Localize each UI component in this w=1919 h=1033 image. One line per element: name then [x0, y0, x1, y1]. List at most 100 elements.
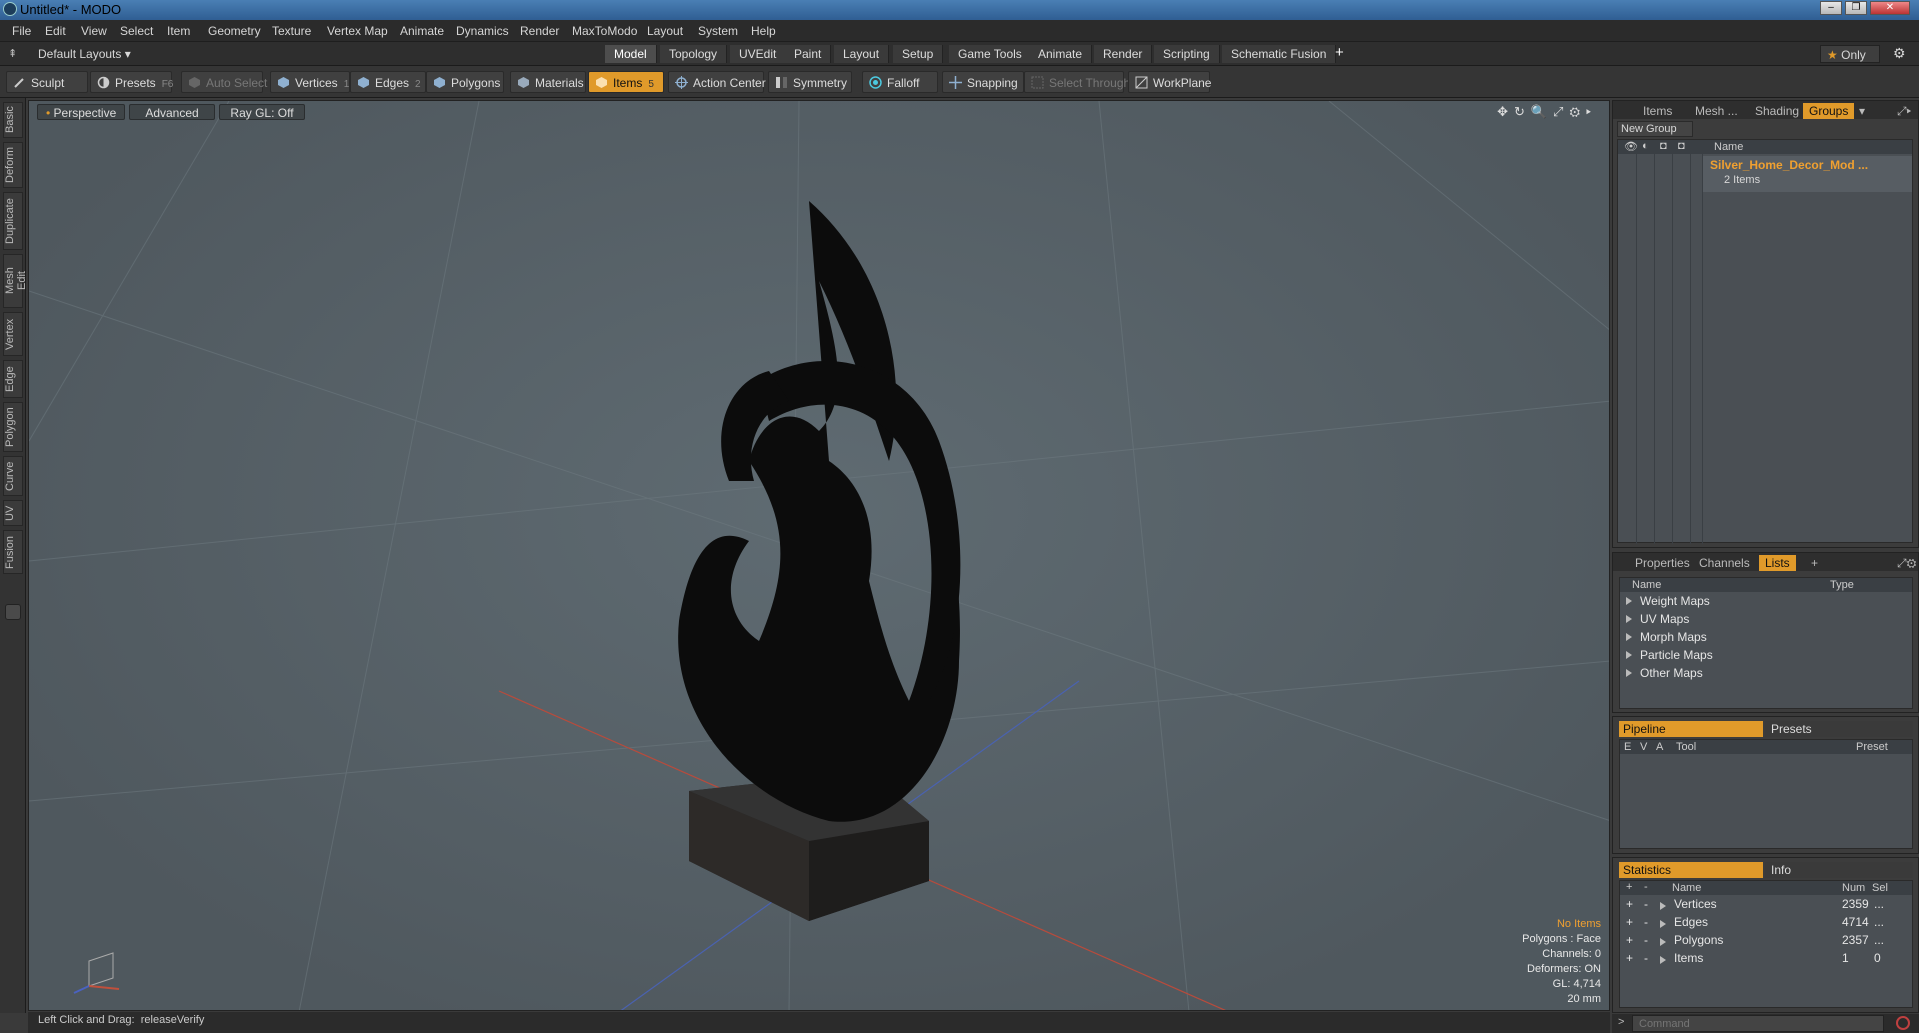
list-item[interactable]: UV Maps — [1620, 612, 1912, 630]
edges-button[interactable]: Edges 2 — [350, 71, 426, 93]
falloff-button[interactable]: Falloff — [862, 71, 938, 93]
tab-items[interactable]: Items — [1637, 103, 1678, 119]
polygons-button[interactable]: Polygons — [426, 71, 504, 93]
menu-geometry[interactable]: Geometry — [208, 24, 261, 38]
workplane-button[interactable]: WorkPlane — [1128, 71, 1211, 93]
add-tab-icon[interactable]: + — [1335, 44, 1344, 61]
tab-channels[interactable]: Channels — [1693, 555, 1756, 571]
presets-button[interactable]: Presets F6 — [90, 71, 173, 93]
remove-icon[interactable]: - — [1644, 915, 1648, 929]
tab-pipeline[interactable]: Pipeline — [1619, 721, 1763, 737]
tab-schematic-fusion[interactable]: Schematic Fusion — [1222, 45, 1337, 63]
menu-texture[interactable]: Texture — [272, 24, 311, 38]
stats-row[interactable]: + - Vertices 2359 ... — [1620, 897, 1912, 915]
menu-edit[interactable]: Edit — [45, 24, 66, 38]
auto-select-button[interactable]: Auto Select — [181, 71, 267, 93]
command-input[interactable] — [1632, 1015, 1884, 1032]
panel-expand-icon[interactable]: ⤢⚙ — [1891, 555, 1919, 572]
only-toggle[interactable]: ★ Only — [1820, 45, 1880, 63]
3d-viewport[interactable]: • Perspective Advanced Ray GL: Off ✥↻🔍⤢⚙… — [28, 100, 1610, 1011]
add-tab-icon[interactable]: + — [1805, 555, 1824, 571]
menu-file[interactable]: File — [12, 24, 31, 38]
tab-presets[interactable]: Presets — [1765, 721, 1913, 737]
menu-maxtomodo[interactable]: MaxToModo — [572, 24, 637, 38]
group-row[interactable]: Silver_Home_Decor_Mod ... 2 Items — [1702, 156, 1912, 192]
panel-expand-icon[interactable]: ⤢▸ — [1891, 103, 1917, 120]
left-tab-uv[interactable]: UV — [3, 500, 23, 526]
symmetry-button[interactable]: Symmetry — [768, 71, 852, 93]
stats-row[interactable]: + - Edges 4714 ... — [1620, 915, 1912, 933]
tab-model[interactable]: Model — [605, 45, 657, 63]
left-tab-curve[interactable]: Curve — [3, 456, 23, 496]
stats-row[interactable]: + - Polygons 2357 ... — [1620, 933, 1912, 951]
snapping-button[interactable]: Snapping — [942, 71, 1024, 93]
add-icon[interactable]: + — [1626, 915, 1633, 929]
remove-icon[interactable]: - — [1644, 933, 1648, 947]
menu-render[interactable]: Render — [520, 24, 559, 38]
tab-menu-icon[interactable]: ▾ — [1853, 103, 1871, 119]
vertices-button[interactable]: Vertices 1 — [270, 71, 350, 93]
add-icon[interactable]: + — [1626, 933, 1633, 947]
sculpt-button[interactable]: Sculpt — [6, 71, 88, 93]
record-icon[interactable] — [1896, 1016, 1910, 1030]
list-item[interactable]: Other Maps — [1620, 666, 1912, 684]
remove-icon[interactable]: - — [1644, 897, 1648, 911]
tab-paint[interactable]: Paint — [785, 45, 832, 63]
maximize-icon[interactable]: ❐ — [1845, 1, 1867, 15]
menu-dynamics[interactable]: Dynamics — [456, 24, 509, 38]
add-icon[interactable]: + — [1626, 951, 1633, 965]
tab-properties[interactable]: Properties — [1629, 555, 1696, 571]
layout-selector[interactable]: Default Layouts ▾ — [38, 47, 131, 61]
tab-groups[interactable]: Groups — [1803, 103, 1855, 119]
action-center-button[interactable]: Action Center — [668, 71, 766, 93]
left-tab-deform[interactable]: Deform — [3, 142, 23, 188]
minimize-icon[interactable]: – — [1820, 1, 1842, 15]
stats-row[interactable]: + - Items 1 0 — [1620, 951, 1912, 969]
menu-item[interactable]: Item — [167, 24, 190, 38]
gear-icon[interactable]: ⚙ — [1893, 45, 1906, 62]
tab-animate[interactable]: Animate — [1029, 45, 1093, 63]
menu-view[interactable]: View — [81, 24, 107, 38]
tab-layout[interactable]: Layout — [834, 45, 890, 63]
tab-scripting[interactable]: Scripting — [1154, 45, 1220, 63]
add-icon[interactable]: + — [1626, 897, 1633, 911]
left-tab-vertex[interactable]: Vertex — [3, 312, 23, 356]
tab-mesh[interactable]: Mesh ... — [1689, 103, 1744, 119]
viewport-nav-icons[interactable]: ✥↻🔍⤢⚙▸ — [1497, 104, 1597, 120]
menu-help[interactable]: Help — [751, 24, 776, 38]
new-group-button[interactable]: New Group — [1617, 121, 1693, 137]
list-item[interactable]: Particle Maps — [1620, 648, 1912, 666]
remove-icon[interactable]: - — [1644, 951, 1648, 965]
tab-info[interactable]: Info — [1765, 862, 1913, 878]
menu-animate[interactable]: Animate — [400, 24, 444, 38]
view-mode-button[interactable]: Advanced — [129, 104, 215, 120]
add-icon[interactable]: + — [1626, 881, 1632, 893]
menu-vertex-map[interactable]: Vertex Map — [327, 24, 388, 38]
close-icon[interactable]: ✕ — [1870, 1, 1910, 15]
tab-statistics[interactable]: Statistics — [1619, 862, 1763, 878]
remove-icon[interactable]: - — [1644, 881, 1648, 893]
menu-layout[interactable]: Layout — [647, 24, 683, 38]
tab-uvedit[interactable]: UVEdit — [730, 45, 787, 63]
left-tab-duplicate[interactable]: Duplicate — [3, 192, 23, 250]
menu-select[interactable]: Select — [120, 24, 153, 38]
tab-setup[interactable]: Setup — [893, 45, 944, 63]
tab-render[interactable]: Render — [1094, 45, 1153, 63]
left-tab-polygon[interactable]: Polygon — [3, 402, 23, 452]
left-strip-toggle[interactable] — [5, 604, 21, 620]
menu-system[interactable]: System — [698, 24, 738, 38]
materials-button[interactable]: Materials — [510, 71, 586, 93]
list-item[interactable]: Weight Maps — [1620, 594, 1912, 612]
tab-topology[interactable]: Topology — [660, 45, 728, 63]
raygl-button[interactable]: Ray GL: Off — [219, 104, 305, 120]
tab-shading[interactable]: Shading — [1749, 103, 1805, 119]
items-button[interactable]: Items 5 — [588, 71, 664, 93]
tab-game-tools[interactable]: Game Tools — [949, 45, 1032, 63]
tab-lists[interactable]: Lists — [1759, 555, 1796, 571]
left-tab-fusion[interactable]: Fusion — [3, 530, 23, 574]
list-item[interactable]: Morph Maps — [1620, 630, 1912, 648]
view-type-button[interactable]: • Perspective — [37, 104, 126, 120]
left-tab-basic[interactable]: Basic — [3, 102, 23, 138]
left-tab-edge[interactable]: Edge — [3, 360, 23, 398]
left-tab-mesh-edit[interactable]: Mesh Edit — [3, 254, 28, 308]
